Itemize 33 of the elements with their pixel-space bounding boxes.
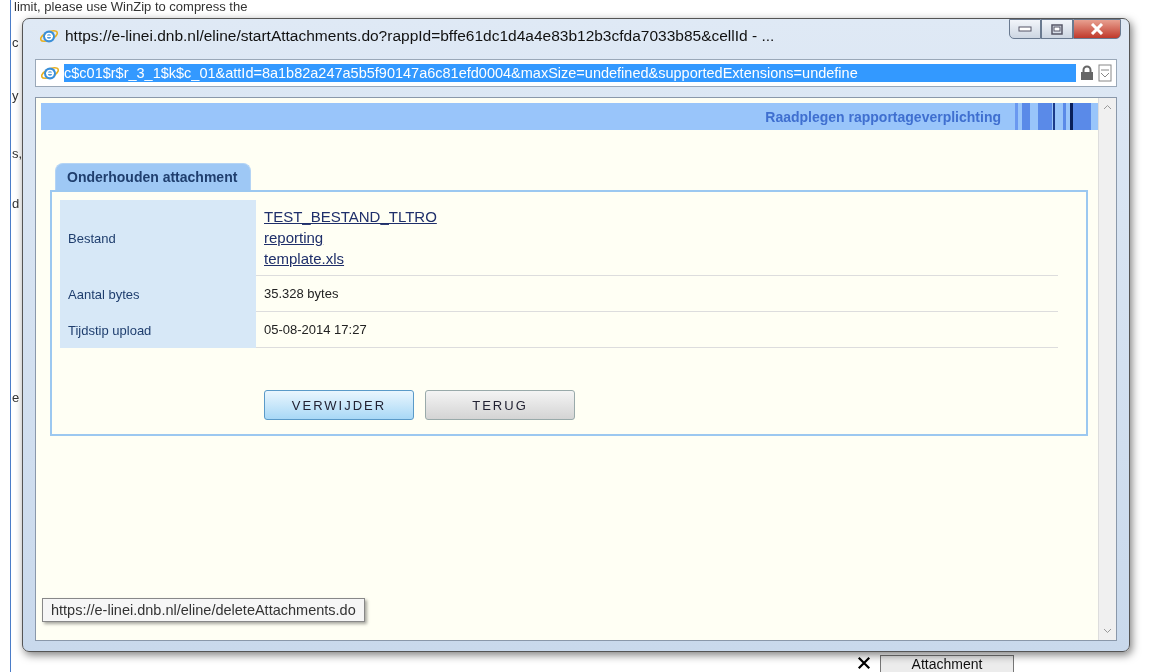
attachment-button[interactable]: Attachment (880, 655, 1014, 672)
maximize-icon (1051, 23, 1063, 35)
compatibility-icon[interactable] (1098, 64, 1112, 82)
page-text: limit, please use WinZip to compress the (14, 0, 248, 14)
file-link[interactable]: template.xls (264, 248, 345, 269)
scroll-up-icon[interactable] (1103, 104, 1112, 110)
lock-icon (1080, 65, 1094, 81)
page-text: s, (12, 146, 23, 161)
tab[interactable]: Onderhouden attachment (55, 163, 252, 190)
minimize-button[interactable] (1009, 19, 1041, 39)
field-value: 05-08-2014 17:27 (264, 322, 368, 337)
scroll-down-icon[interactable] (1103, 628, 1112, 634)
field-label: Tijdstip upload (68, 322, 152, 338)
field-label: Aantal bytes (68, 286, 140, 302)
page-text: c (12, 35, 19, 50)
header-title: Raadplegen rapportageverplichting (765, 108, 1001, 125)
field-value: 35.328 bytes (264, 286, 340, 301)
close-icon (1090, 23, 1104, 35)
file-link[interactable]: TEST_BESTAND_TLTRO (264, 206, 437, 227)
back-button[interactable]: TERUG (425, 390, 575, 420)
close-icon[interactable] (857, 656, 871, 670)
tooltip: https://e-linei.dnb.nl/eline/deleteAttachments.do (42, 598, 365, 622)
file-link[interactable]: reporting (264, 227, 324, 248)
page-text: y (12, 88, 19, 103)
delete-button[interactable]: VERWIJDER (264, 390, 414, 420)
close-button[interactable] (1073, 19, 1121, 39)
maximize-button[interactable] (1041, 19, 1073, 39)
page-text: d (12, 196, 20, 211)
window-title: https://e-linei.dnb.nl/eline/startAttachments.do?rappId=bffe61dc1d4a4e83b12b3cfda7033b85&cellId - ... (65, 27, 776, 45)
page-text: e (12, 390, 20, 405)
field-label: Bestand (68, 230, 116, 246)
scrollbar[interactable] (1098, 98, 1116, 640)
minimize-icon (1018, 26, 1032, 32)
